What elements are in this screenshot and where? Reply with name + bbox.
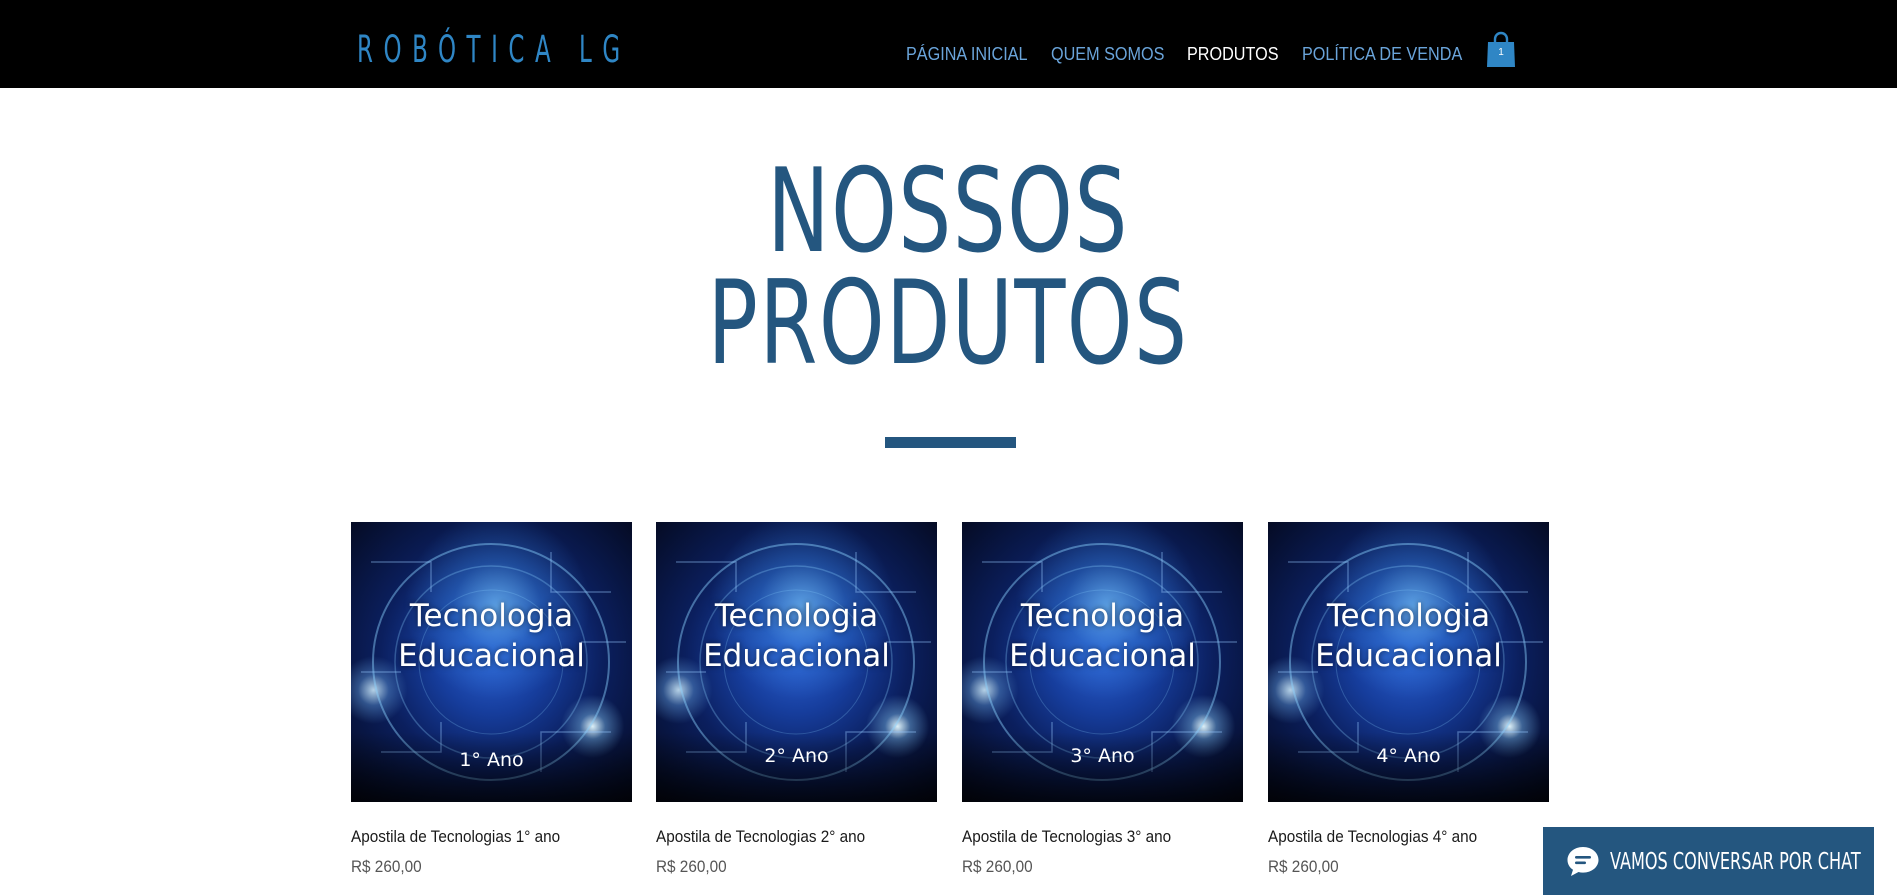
product-image-title-line-2: Educacional xyxy=(398,638,585,674)
product-image-title-line-1: Tecnologia xyxy=(714,598,879,634)
nav-item-pagina-inicial[interactable]: PÁGINA INICIAL xyxy=(906,43,1028,65)
product-image-title: Tecnologia Educacional xyxy=(351,596,632,676)
product-image-title-line-2: Educacional xyxy=(703,638,890,674)
product-image[interactable]: Tecnologia Educacional 3° Ano xyxy=(962,522,1243,802)
product-image-title-line-1: Tecnologia xyxy=(409,598,574,634)
product-price: R$ 260,00 xyxy=(962,857,1033,876)
product-image-year: 2° Ano xyxy=(764,745,829,767)
product-card[interactable]: Tecnologia Educacional 4° Ano Apostila d… xyxy=(1268,522,1549,878)
chat-bubble-icon xyxy=(1567,847,1599,876)
product-image-title-line-1: Tecnologia xyxy=(1020,598,1185,634)
product-price: R$ 260,00 xyxy=(351,857,422,876)
product-image-title-line-2: Educacional xyxy=(1009,638,1196,674)
product-image-title: Tecnologia Educacional xyxy=(1268,596,1549,676)
product-name[interactable]: Apostila de Tecnologias 1° ano xyxy=(351,826,604,848)
nav-item-politica-de-venda[interactable]: POLÍTICA DE VENDA xyxy=(1302,43,1462,65)
nav-item-produtos[interactable]: PRODUTOS xyxy=(1187,43,1279,65)
product-image[interactable]: Tecnologia Educacional 2° Ano xyxy=(656,522,937,802)
product-image[interactable]: Tecnologia Educacional 1° Ano xyxy=(351,522,632,802)
product-name[interactable]: Apostila de Tecnologias 2° ano xyxy=(656,826,909,848)
product-price: R$ 260,00 xyxy=(656,857,727,876)
page-title: NOSSOS PRODUTOS xyxy=(448,144,1448,391)
product-price: R$ 260,00 xyxy=(1268,857,1339,876)
cart-count-badge: 1 xyxy=(1498,47,1504,58)
product-image-year: 3° Ano xyxy=(1070,745,1135,767)
nav-item-quem-somos[interactable]: QUEM SOMOS xyxy=(1051,43,1164,65)
product-image-title: Tecnologia Educacional xyxy=(656,596,937,676)
product-image-year: 1° Ano xyxy=(459,749,524,771)
chat-button[interactable]: VAMOS CONVERSAR POR CHAT xyxy=(1543,827,1874,895)
chat-button-label: VAMOS CONVERSAR POR CHAT xyxy=(1610,849,1861,875)
product-image-title-line-1: Tecnologia xyxy=(1326,598,1491,634)
product-card[interactable]: Tecnologia Educacional 2° Ano Apostila d… xyxy=(656,522,937,878)
product-image[interactable]: Tecnologia Educacional 4° Ano xyxy=(1268,522,1549,802)
page-title-line-1: NOSSOS xyxy=(767,144,1129,279)
product-name[interactable]: Apostila de Tecnologias 3° ano xyxy=(962,826,1215,848)
product-card[interactable]: Tecnologia Educacional 1° Ano Apostila d… xyxy=(351,522,632,878)
product-card[interactable]: Tecnologia Educacional 3° Ano Apostila d… xyxy=(962,522,1243,878)
title-underline-divider xyxy=(885,437,1016,448)
site-logo[interactable]: ROBÓTICA LG xyxy=(357,28,631,72)
product-image-title: Tecnologia Educacional xyxy=(962,596,1243,676)
page-title-line-2: PRODUTOS xyxy=(707,256,1189,391)
product-name[interactable]: Apostila de Tecnologias 4° ano xyxy=(1268,826,1521,848)
product-image-year: 4° Ano xyxy=(1376,745,1441,767)
product-image-title-line-2: Educacional xyxy=(1315,638,1502,674)
cart-button[interactable]: 1 xyxy=(1486,31,1516,67)
site-header: ROBÓTICA LG PÁGINA INICIAL QUEM SOMOS PR… xyxy=(0,0,1897,88)
